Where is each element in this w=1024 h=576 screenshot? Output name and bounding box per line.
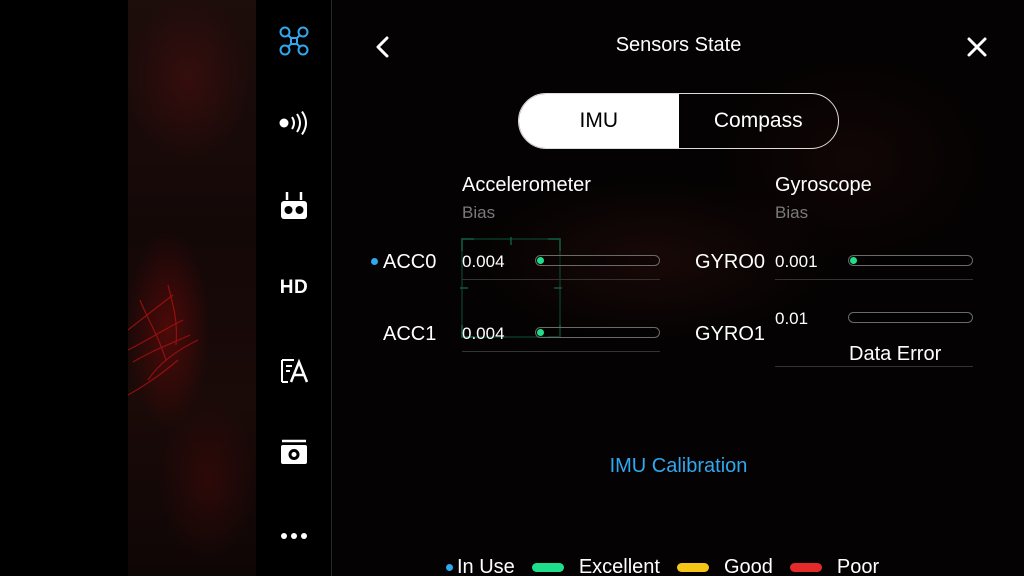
- acc0-divider: [462, 279, 660, 280]
- page-title: Sensors State: [615, 34, 742, 56]
- tab-imu[interactable]: IMU: [519, 94, 679, 148]
- acc1-bias-fill: [537, 329, 544, 336]
- sidebar-item-more[interactable]: [256, 512, 332, 560]
- legend-in-use: In Use: [457, 555, 515, 576]
- legend-good-swatch: [676, 562, 709, 572]
- signal-icon: [279, 111, 307, 135]
- settings-sidebar: HD: [256, 0, 332, 576]
- in-use-indicator: [371, 258, 378, 265]
- acc1-label: ACC1: [383, 323, 437, 345]
- gyro1-divider: [775, 366, 973, 367]
- sidebar-item-hd-transmission[interactable]: HD: [256, 264, 332, 312]
- legend-excellent-swatch: [531, 562, 564, 572]
- accelerometer-subtitle: Bias: [462, 203, 496, 222]
- acc0-value: 0.004: [462, 252, 505, 271]
- gyroscope-subtitle: Bias: [775, 203, 809, 222]
- gyroscope-title: Gyroscope: [775, 174, 872, 196]
- legend-poor: Poor: [836, 555, 880, 576]
- gyro1-value: 0.01: [775, 309, 809, 328]
- gyro0-label: GYRO0: [695, 251, 766, 273]
- gyro1-bias-bar: [848, 312, 973, 323]
- close-button[interactable]: [965, 35, 989, 59]
- sidebar-item-remote-controller[interactable]: [256, 182, 332, 230]
- sensors-panel: Sensors State IMU Compass AF Acceleromet…: [333, 0, 1024, 576]
- sensor-tab-switch: IMU Compass: [518, 93, 839, 149]
- close-icon: [967, 37, 987, 57]
- more-icon: [281, 533, 307, 539]
- accelerometer-title: Accelerometer: [462, 174, 591, 196]
- legend-poor-swatch: [789, 562, 822, 572]
- sidebar-item-aircraft[interactable]: [256, 17, 332, 65]
- visual-navigation-icon: [281, 358, 309, 383]
- gyro1-status: Data Error: [849, 343, 942, 365]
- tab-compass[interactable]: Compass: [679, 94, 839, 148]
- sidebar-item-visual-navigation[interactable]: [256, 346, 332, 394]
- acc1-value: 0.004: [462, 324, 505, 343]
- acc1-bias-bar: [535, 327, 660, 338]
- acc0-bias-bar: [535, 255, 660, 266]
- gyro0-divider: [775, 279, 973, 280]
- remote-controller-icon: [281, 192, 307, 219]
- imu-calibration-link[interactable]: IMU Calibration: [333, 455, 1024, 478]
- legend-in-use-dot: [446, 563, 453, 571]
- gyro0-value: 0.001: [775, 252, 818, 271]
- gyro1-label: GYRO1: [695, 323, 766, 345]
- left-black-margin: [0, 0, 128, 576]
- acc0-bias-fill: [537, 257, 544, 264]
- sidebar-item-camera[interactable]: [256, 428, 332, 476]
- gyro0-bias-fill: [850, 257, 857, 264]
- camera-icon: [281, 439, 307, 464]
- aircraft-icon: [279, 26, 309, 56]
- legend-good: Good: [723, 555, 773, 576]
- camera-feed: [128, 0, 256, 576]
- legend-excellent: Excellent: [578, 555, 660, 576]
- sidebar-item-signal[interactable]: [256, 99, 332, 147]
- acc1-divider: [462, 351, 660, 352]
- legend: In Use Excellent Good Poor: [446, 555, 879, 576]
- gyro0-bias-bar: [848, 255, 973, 266]
- hd-label: HD: [279, 277, 309, 298]
- acc0-label: ACC0: [383, 251, 437, 273]
